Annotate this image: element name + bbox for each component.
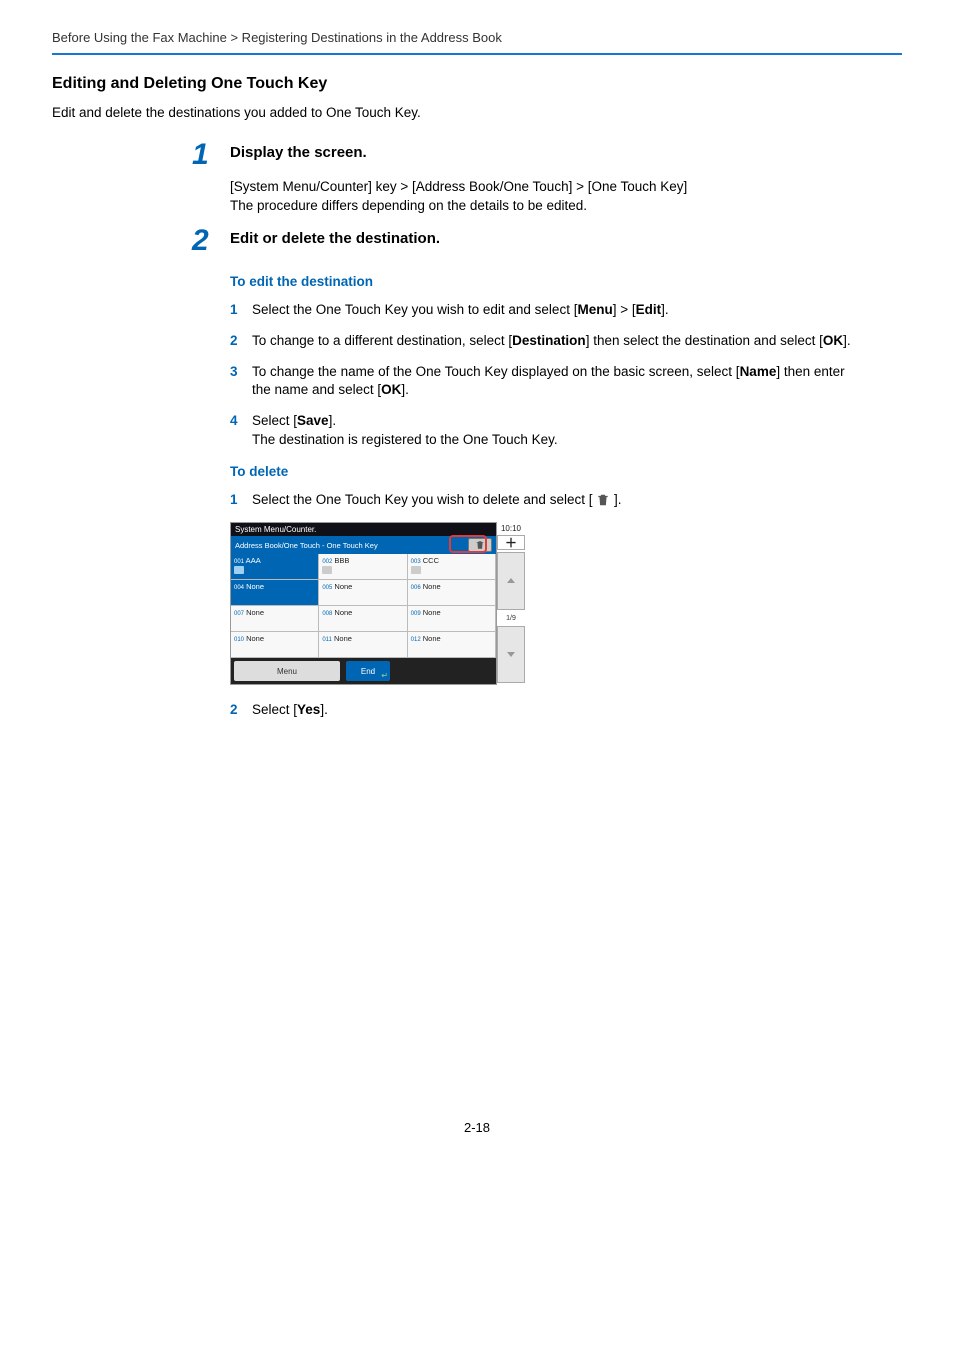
substep-number: 3 (230, 363, 252, 382)
text: Address Book/One Touch (416, 179, 569, 194)
one-touch-grid: 001 AAA002 BBB003 CCC 004 None005 None006… (231, 554, 496, 658)
one-touch-cell[interactable]: 010 None (231, 632, 319, 658)
contact-icon (234, 566, 244, 574)
one-touch-cell[interactable]: 012 None (408, 632, 496, 658)
one-touch-cell[interactable]: 002 BBB (319, 554, 407, 580)
one-touch-cell[interactable]: 004 None (231, 580, 319, 606)
step-heading: Display the screen. (230, 144, 902, 161)
section-title: Editing and Deleting One Touch Key (52, 75, 902, 93)
subhead-edit: To edit the destination (230, 274, 862, 289)
one-touch-cell[interactable]: 003 CCC (408, 554, 496, 580)
device-panel: System Menu/Counter. Address Book/One To… (230, 522, 525, 685)
lead-text: Edit and delete the destinations you add… (52, 105, 902, 120)
device-subheader-text: Address Book/One Touch - One Touch Key (235, 541, 378, 550)
header-rule (52, 53, 902, 55)
one-touch-cell[interactable]: 011 None (319, 632, 407, 658)
text: ] (684, 179, 688, 194)
substep-number: 1 (230, 301, 252, 320)
end-button[interactable]: End ↵ (346, 661, 390, 681)
delete-step-2-wrap: 2 Select [Yes]. (230, 701, 862, 720)
page: Before Using the Fax Machine > Registeri… (0, 0, 954, 1175)
one-touch-cell[interactable]: 008 None (319, 606, 407, 632)
page-indicator: 1/9 (497, 612, 525, 626)
substep-3: 3 To change the name of the One Touch Ke… (230, 363, 862, 401)
scroll-up-button[interactable] (497, 552, 525, 610)
menu-button[interactable]: Menu (234, 661, 340, 681)
return-icon: ↵ (381, 671, 388, 680)
one-touch-cell[interactable]: 007 None (231, 606, 319, 632)
delete-step-2: 2 Select [Yes]. (230, 701, 862, 720)
substep-number: 1 (230, 491, 252, 510)
substep-text: To change the name of the One Touch Key … (252, 363, 862, 401)
text: One Touch Key (591, 179, 683, 194)
step-number: 2 (192, 226, 230, 256)
trash-icon (596, 493, 610, 507)
substep-text: Select the One Touch Key you wish to del… (252, 491, 862, 510)
text: ] key > [ (368, 179, 416, 194)
device-side-column: 10:10 ＋ 1/9 (497, 522, 525, 685)
add-button[interactable]: ＋ (497, 535, 525, 550)
substep-text: To change to a different destination, se… (252, 332, 862, 351)
step-heading: Edit or delete the destination. (230, 230, 902, 247)
contact-icon (322, 566, 332, 574)
text: System Menu/Counter (234, 179, 368, 194)
one-touch-cell[interactable]: 009 None (408, 606, 496, 632)
delete-step-1: 1 Select the One Touch Key you wish to d… (230, 491, 862, 510)
contact-icon (411, 566, 421, 574)
step-number: 1 (192, 140, 230, 170)
step-2-content: To edit the destination 1 Select the One… (230, 274, 862, 510)
substep-text: Select [Save]. The destination is regist… (252, 412, 862, 450)
step-1: 1 Display the screen. (192, 144, 902, 174)
scroll-down-button[interactable] (497, 626, 525, 684)
substep-number: 2 (230, 332, 252, 351)
text: ] > [ (569, 179, 592, 194)
trash-button[interactable] (468, 538, 492, 552)
substep-1: 1 Select the One Touch Key you wish to e… (230, 301, 862, 320)
substep-number: 2 (230, 701, 252, 720)
step-1-text: [System Menu/Counter] key > [Address Boo… (230, 178, 862, 216)
one-touch-cell[interactable]: 006 None (408, 580, 496, 606)
substep-text: Select [Yes]. (252, 701, 862, 720)
substep-text: Select the One Touch Key you wish to edi… (252, 301, 862, 320)
device-header: System Menu/Counter. (231, 523, 496, 536)
subhead-delete: To delete (230, 464, 862, 479)
page-number: 2-18 (52, 1120, 902, 1135)
substep-number: 4 (230, 412, 252, 431)
text: The procedure differs depending on the d… (230, 198, 587, 213)
one-touch-cell[interactable]: 005 None (319, 580, 407, 606)
substep-2: 2 To change to a different destination, … (230, 332, 862, 351)
one-touch-cell[interactable]: 001 AAA (231, 554, 319, 580)
device-subheader: Address Book/One Touch - One Touch Key (231, 536, 496, 554)
substep-4: 4 Select [Save]. The destination is regi… (230, 412, 862, 450)
step-2: 2 Edit or delete the destination. (192, 230, 902, 260)
breadcrumb: Before Using the Fax Machine > Registeri… (52, 30, 902, 53)
